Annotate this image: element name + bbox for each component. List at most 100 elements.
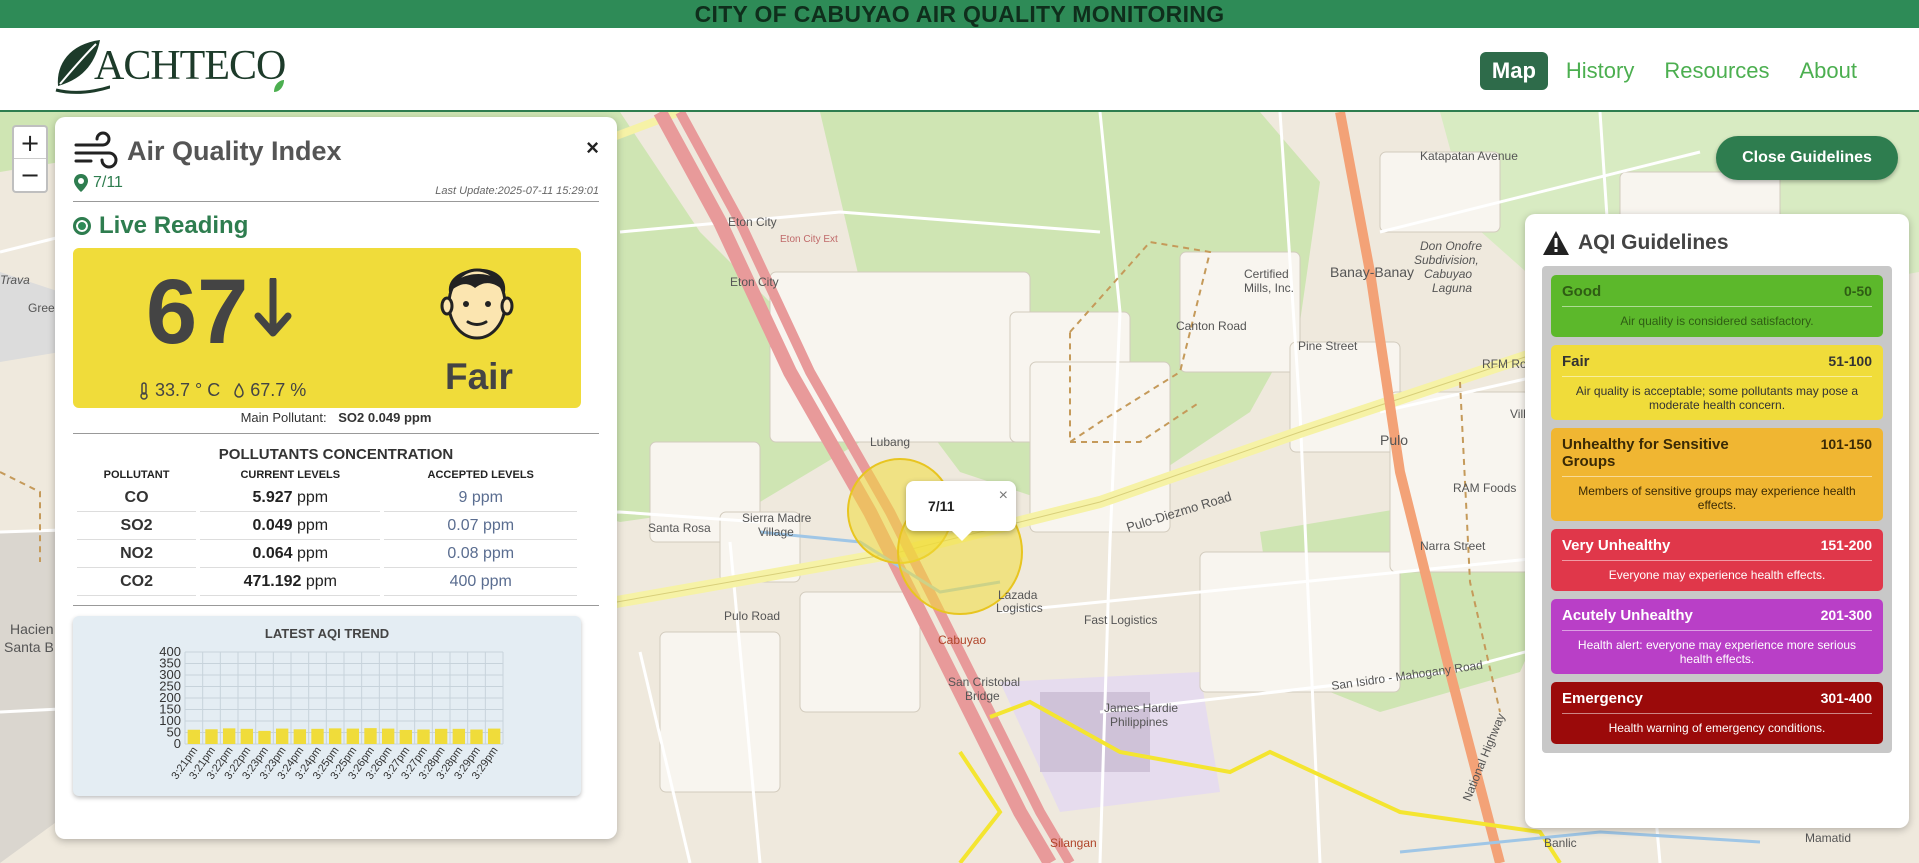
svg-text:Santa Rosa: Santa Rosa — [648, 521, 711, 535]
svg-text:Narra Street: Narra Street — [1420, 539, 1486, 553]
trend-bar — [222, 728, 236, 744]
aqi-category: Fair — [445, 356, 513, 397]
table-row: SO2 0.049 ppm 0.07 ppm — [77, 513, 577, 540]
table-row: CO 5.927 ppm 9 ppm — [77, 485, 577, 512]
thermometer-icon — [140, 381, 148, 400]
svg-text:Logistics: Logistics — [996, 601, 1043, 615]
current-value: 0.064 — [252, 545, 293, 562]
svg-text:Banay-Banay: Banay-Banay — [1330, 264, 1414, 280]
svg-text:Banlic: Banlic — [1544, 836, 1577, 850]
popup-close-button[interactable]: × — [999, 487, 1008, 505]
guidelines-title: AQI Guidelines — [1578, 231, 1729, 254]
live-indicator-icon — [73, 217, 91, 235]
nav-about[interactable]: About — [1788, 52, 1870, 90]
face-icon — [440, 268, 514, 340]
svg-text:Don Onofre: Don Onofre — [1420, 239, 1482, 253]
aqi-panel-close-button[interactable]: × — [586, 135, 599, 161]
aqi-value: 67 — [146, 261, 249, 363]
trend-bar — [452, 728, 466, 744]
current-value: 471.192 — [243, 573, 302, 590]
leaf-small-icon — [274, 80, 284, 92]
pollutant-name: SO2 — [77, 513, 197, 540]
guideline-header: Emergency 301-400 — [1562, 690, 1872, 715]
svg-text:Trava: Trava — [0, 273, 30, 287]
divider — [73, 433, 599, 434]
trend-bar — [311, 728, 324, 744]
guideline-name: Acutely Unhealthy — [1562, 606, 1693, 624]
trend-bar — [346, 728, 360, 744]
svg-text:Laguna: Laguna — [1432, 281, 1472, 295]
guideline-header: Good 0-50 — [1562, 283, 1872, 307]
trend-bar — [364, 728, 377, 744]
svg-text:RAM Foods: RAM Foods — [1453, 481, 1516, 495]
guidelines-header: AQI Guidelines — [1542, 230, 1892, 256]
guideline-name: Unhealthy for Sensitive Groups — [1562, 436, 1729, 471]
svg-text:Bridge: Bridge — [965, 689, 1000, 703]
guideline-header: Unhealthy for Sensitive Groups 101-150 — [1562, 436, 1872, 478]
table-row: CO2 471.192 ppm 400 ppm — [77, 569, 577, 596]
top-banner: CITY OF CABUYAO AIR QUALITY MONITORING — [0, 0, 1919, 28]
zoom-out-button[interactable]: − — [14, 159, 46, 191]
accepted-level: 0.07 ppm — [384, 513, 577, 540]
guideline-range: 0-50 — [1843, 283, 1872, 299]
accepted-level: 0.08 ppm — [384, 541, 577, 568]
guideline-description: Air quality is considered satisfactory. — [1620, 314, 1814, 328]
guideline-header: Fair 51-100 — [1562, 353, 1872, 377]
last-update: Last Update:2025-07-11 15:29:01 — [435, 185, 599, 197]
svg-text:Certified: Certified — [1244, 267, 1289, 281]
svg-text:San Cristobal: San Cristobal — [948, 675, 1020, 689]
zoom-in-button[interactable]: + — [14, 127, 46, 159]
column-header: ACCEPTED LEVELS — [427, 469, 534, 481]
live-reading-label: Live Reading — [73, 212, 599, 240]
close-guidelines-button[interactable]: Close Guidelines — [1716, 136, 1898, 180]
aqi-trend-chart: LATEST AQI TREND 0 50 100 150 200 250 300 350 40… — [73, 616, 581, 796]
column-header: CURRENT LEVELS — [240, 469, 341, 481]
guideline-range: 51-100 — [1828, 352, 1872, 369]
live-reading-text: Live Reading — [99, 212, 249, 239]
svg-text:Pine Street: Pine Street — [1298, 339, 1358, 353]
nav-map[interactable]: Map — [1479, 52, 1548, 90]
trend-bar — [487, 728, 501, 744]
pollutant-name: NO2 — [77, 541, 197, 568]
nav-history[interactable]: History — [1554, 52, 1646, 90]
svg-text:Subdivision,: Subdivision, — [1414, 253, 1479, 267]
guideline-description: Health alert: everyone may experience mo… — [1577, 637, 1857, 666]
guideline-item: Acutely Unhealthy 201-300 Health alert: ev… — [1551, 598, 1883, 675]
guideline-item: Emergency 301-400 Health warning of emerge… — [1551, 682, 1883, 745]
warning-icon — [1543, 231, 1569, 255]
accepted-level: 9 ppm — [384, 485, 577, 512]
svg-text:Lubang: Lubang — [870, 435, 910, 449]
trend-bar — [293, 729, 307, 744]
trend-bar — [399, 729, 413, 744]
svg-text:Katapatan Avenue: Katapatan Avenue — [1420, 149, 1518, 163]
humidity: 67.7 % — [250, 380, 307, 400]
concentration-title: POLLUTANTS CONCENTRATION — [218, 446, 454, 463]
trend-bar — [205, 729, 218, 744]
aqi-panel-header: Air Quality Index — [73, 131, 599, 171]
trend-bar — [275, 728, 289, 744]
svg-text:Pulo Road: Pulo Road — [724, 609, 780, 623]
guideline-name: Good — [1562, 283, 1602, 300]
guideline-header: Very Unhealthy 151-200 — [1562, 537, 1872, 561]
svg-text:Philippines: Philippines — [1110, 715, 1168, 729]
svg-text:Lazada: Lazada — [998, 588, 1038, 602]
svg-text:James Hardie: James Hardie — [1104, 701, 1178, 715]
guideline-item: Fair 51-100 Air quality is acceptable; som… — [1551, 344, 1883, 421]
location-pin-icon — [74, 174, 88, 192]
guideline-range: 101-150 — [1820, 436, 1872, 453]
marker-popup: 7/11 × — [906, 481, 1016, 541]
svg-text:Santa B: Santa B — [4, 639, 54, 655]
nav-resources[interactable]: Resources — [1652, 52, 1781, 90]
navbar: ACHTECO Map History Resources About — [0, 28, 1919, 112]
y-tick-label: 400 — [159, 644, 181, 659]
unit: ppm — [296, 517, 329, 534]
unit: ppm — [296, 545, 329, 562]
current-level: 0.049 ppm — [200, 513, 381, 540]
guideline-description: Air quality is acceptable; some pollutan… — [1575, 383, 1859, 412]
current-value: 5.927 — [252, 489, 293, 506]
svg-text:Mamatid: Mamatid — [1805, 831, 1851, 845]
trend-bar — [417, 729, 430, 744]
guideline-name: Very Unhealthy — [1562, 536, 1671, 554]
guideline-range: 301-400 — [1820, 690, 1872, 707]
guideline-header: Acutely Unhealthy 201-300 — [1562, 607, 1872, 631]
